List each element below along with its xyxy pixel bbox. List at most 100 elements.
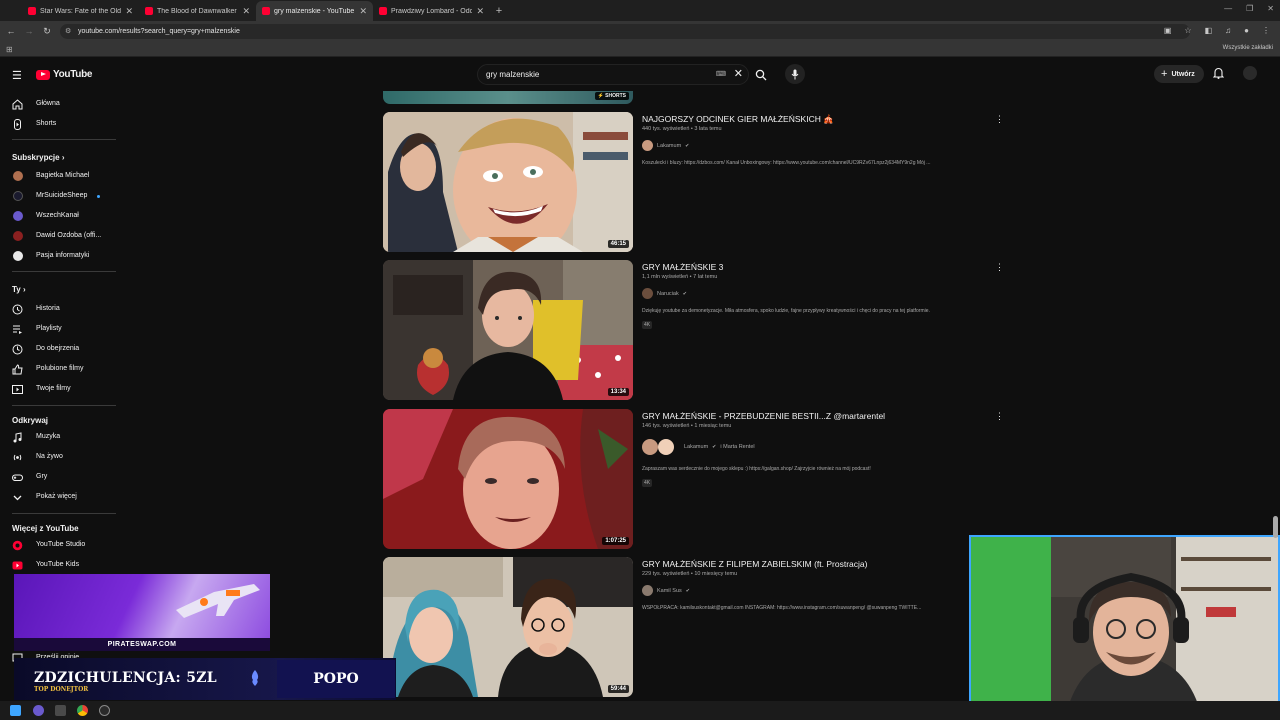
- minimize-icon[interactable]: —: [1224, 4, 1232, 13]
- bookmark-star-icon[interactable]: ☆: [1184, 26, 1191, 35]
- sidebar-item-studio[interactable]: YouTube Studio: [0, 535, 116, 555]
- close-tab-icon[interactable]: ✕: [476, 6, 484, 17]
- video-result[interactable]: 13:34 GRY MAŁŻEŃSKIE 3 1,1 mln wyświetle…: [383, 260, 1004, 402]
- search-button[interactable]: [750, 64, 772, 85]
- channel-link[interactable]: Kamil Sus ✔: [642, 585, 690, 596]
- back-icon[interactable]: ←: [2, 26, 20, 36]
- browser-tab[interactable]: Star Wars: Fate of the Old Repu✕: [22, 1, 139, 21]
- chrome-icon[interactable]: [77, 705, 88, 716]
- studio-icon: [12, 540, 23, 551]
- keyboard-icon[interactable]: ⌨: [716, 65, 726, 84]
- video-duration: 1:07:25: [602, 537, 629, 545]
- scrollbar-thumb[interactable]: [1273, 516, 1278, 538]
- sidebar-item-kids[interactable]: YouTube Kids: [0, 555, 116, 575]
- video-result[interactable]: 1:07:25 GRY MAŁŻEŃSKIE - PRZEBUDZENIE BE…: [383, 409, 1004, 551]
- video-title[interactable]: GRY MAŁŻEŃSKIE 3: [642, 262, 723, 272]
- voice-search-button[interactable]: [785, 64, 805, 84]
- new-tab-button[interactable]: +: [490, 1, 508, 21]
- shorts-badge: ⚡ SHORTS: [594, 92, 629, 100]
- sidebar-item-live[interactable]: Na żywo: [0, 447, 116, 467]
- video-title[interactable]: GRY MAŁŻEŃSKIE Z FILIPEM ZABIELSKIM (ft.…: [642, 559, 867, 569]
- extensions-icon[interactable]: ◧: [1205, 26, 1213, 35]
- video-thumbnail[interactable]: 1:07:25: [383, 409, 633, 549]
- account-avatar[interactable]: [1243, 66, 1257, 80]
- video-meta: 146 tys. wyświetleń • 1 miesiąc temu: [642, 423, 732, 429]
- taskbar-app-icon[interactable]: [99, 705, 110, 716]
- verified-icon: ✔: [685, 587, 690, 594]
- notifications-bell-icon[interactable]: [1213, 67, 1224, 79]
- youtube-play-icon: [36, 69, 50, 80]
- reload-icon[interactable]: ↻: [38, 26, 56, 37]
- more-actions-icon[interactable]: ⋮: [995, 411, 1004, 422]
- thumbnail-art: [383, 112, 633, 252]
- blaster-graphic: [176, 584, 260, 618]
- shorts-logo-icon: ⚡: [597, 93, 604, 99]
- hamburger-menu-icon[interactable]: ☰: [12, 69, 22, 82]
- channel-avatar: [13, 211, 23, 221]
- maximize-icon[interactable]: ❐: [1246, 4, 1253, 13]
- close-tab-icon[interactable]: ✕: [125, 6, 133, 17]
- subscriptions-heading[interactable]: Subskrypcje ›: [12, 153, 64, 162]
- cast-icon[interactable]: ▣: [1164, 26, 1172, 35]
- sidebar-subscription[interactable]: WszechKanał: [0, 206, 116, 226]
- sidebar-subscription[interactable]: MrSuicideSheep: [0, 186, 116, 206]
- more-actions-icon[interactable]: ⋮: [995, 114, 1004, 125]
- sidebar-item-show-more[interactable]: Pokaż więcej: [0, 487, 116, 507]
- browser-tab[interactable]: Prawdziwy Lombard - Odcinek✕: [373, 1, 490, 21]
- playlist-icon: [13, 325, 22, 334]
- sidebar-item-music[interactable]: Muzyka: [0, 427, 116, 447]
- create-button[interactable]: + Utwórz: [1154, 65, 1204, 83]
- forward-icon[interactable]: →: [20, 26, 38, 36]
- video-thumbnail[interactable]: 46:15: [383, 112, 633, 252]
- channel-avatar: [642, 288, 653, 299]
- close-window-icon[interactable]: ✕: [1267, 4, 1274, 13]
- browser-tab[interactable]: The Blood of Dawnwalker — P✕: [139, 1, 256, 21]
- verified-icon: ✔: [682, 290, 687, 297]
- video-title[interactable]: NAJGORSZY ODCINEK GIER MAŁŻEŃSKICH 🎪: [642, 114, 834, 125]
- close-tab-icon[interactable]: ✕: [242, 6, 250, 17]
- video-result[interactable]: 59:44 GRY MAŁŻEŃSKIE Z FILIPEM ZABIELSKI…: [383, 557, 1003, 697]
- clear-search-icon[interactable]: ✕: [734, 65, 743, 84]
- youtube-logo[interactable]: YouTube: [36, 69, 93, 80]
- sidebar-divider: [12, 405, 116, 406]
- apps-icon[interactable]: ⊞: [6, 45, 13, 54]
- address-bar[interactable]: ⚙ youtube.com/results?search_query=gry+m…: [60, 24, 1190, 39]
- video-meta: 440 tys. wyświetleń • 3 lata temu: [642, 126, 722, 132]
- menu-icon[interactable]: ⋮: [1262, 26, 1270, 35]
- sidebar-item-gaming[interactable]: Gry: [0, 467, 116, 487]
- sidebar-subscription[interactable]: Dawid Ozdoba (offi...: [0, 226, 116, 246]
- close-tab-icon[interactable]: ✕: [359, 6, 367, 17]
- video-thumbnail[interactable]: 59:44: [383, 557, 633, 697]
- all-bookmarks-link[interactable]: Wszystkie zakładki: [1223, 45, 1273, 51]
- more-actions-icon[interactable]: ⋮: [995, 262, 1004, 273]
- profile-icon[interactable]: ●: [1244, 26, 1249, 35]
- channel-link[interactable]: Lakamum ✔: [642, 140, 689, 151]
- sidebar-subscription[interactable]: Pasja informatyki: [0, 246, 116, 266]
- channel-link[interactable]: Lakamum ✔ i Marta Rentel: [642, 439, 755, 455]
- sidebar-item-liked[interactable]: Polubione filmy: [0, 359, 116, 379]
- sidebar-item-home[interactable]: Główna: [0, 94, 116, 114]
- search-input[interactable]: gry malzenskie ⌨ ✕: [477, 64, 749, 85]
- sidebar-item-history[interactable]: Historia: [0, 299, 116, 319]
- youtube-favicon-icon: [379, 7, 387, 15]
- page-scrollbar[interactable]: [1273, 64, 1278, 700]
- you-heading[interactable]: Ty ›: [12, 285, 26, 294]
- taskbar-app-icon[interactable]: [33, 705, 44, 716]
- plus-icon: +: [1161, 68, 1168, 80]
- sidebar-item-your-videos[interactable]: Twoje filmy: [0, 379, 116, 399]
- sidebar-item-playlists[interactable]: Playlisty: [0, 319, 116, 339]
- thumbnail-art: [383, 557, 633, 697]
- start-icon[interactable]: [10, 705, 21, 716]
- sidebar-item-watch-later[interactable]: Do obejrzenia: [0, 339, 116, 359]
- taskbar-app-icon[interactable]: [55, 705, 66, 716]
- media-icon[interactable]: ♫: [1225, 26, 1231, 35]
- video-result[interactable]: 46:15 NAJGORSZY ODCINEK GIER MAŁŻEŃSKICH…: [383, 112, 1004, 254]
- sidebar-item-shorts[interactable]: Shorts: [0, 114, 116, 134]
- browser-tab-active[interactable]: gry malzenskie - YouTube ✕: [256, 1, 373, 21]
- site-info-icon[interactable]: ⚙: [65, 27, 71, 35]
- channel-link[interactable]: Naruciak ✔: [642, 288, 687, 299]
- video-title[interactable]: GRY MAŁŻEŃSKIE - PRZEBUDZENIE BESTII...Z…: [642, 411, 885, 421]
- video-thumbnail[interactable]: 13:34: [383, 260, 633, 400]
- shorts-thumbnail[interactable]: ⚡ SHORTS: [383, 91, 633, 104]
- sidebar-subscription[interactable]: Bagietka Michael: [0, 166, 116, 186]
